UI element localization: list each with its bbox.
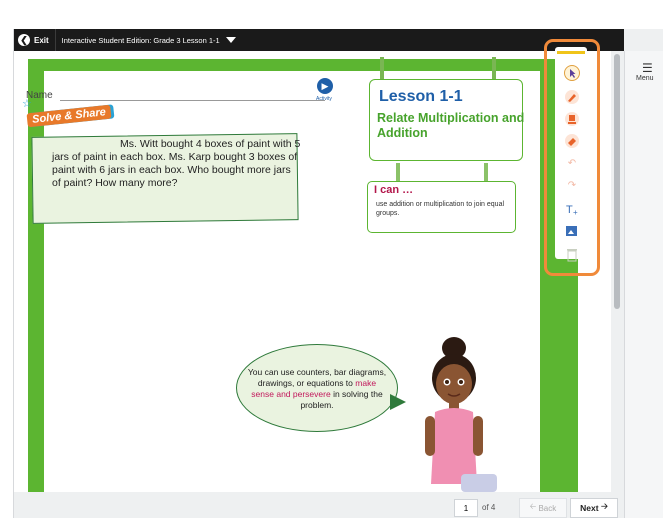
- image-tool-icon: [566, 226, 577, 236]
- eraser-icon: [565, 134, 579, 148]
- highlighter-tool-button[interactable]: [564, 111, 580, 127]
- arrow-left-icon: 🡠: [529, 502, 539, 511]
- page-number-input[interactable]: 1: [454, 499, 478, 517]
- sign-hanger-left: [380, 57, 384, 79]
- eraser-tool-button[interactable]: [564, 133, 580, 149]
- lesson-title: Lesson 1-1: [379, 88, 463, 105]
- activity-play-icon[interactable]: ▶: [317, 78, 333, 94]
- arrow-right-icon: 🡢: [598, 501, 608, 511]
- hamburger-menu-icon[interactable]: ☰: [642, 61, 653, 75]
- svg-text:+: +: [573, 208, 578, 217]
- text-tool-icon: T +: [566, 204, 578, 217]
- trash-icon: [567, 249, 577, 262]
- top-bar: ❮ Exit Interactive Student Edition: Grad…: [14, 29, 259, 51]
- text-tool-button[interactable]: T +: [564, 201, 580, 217]
- pen-tool-button[interactable]: [564, 89, 580, 105]
- edition-title-dropdown[interactable]: Interactive Student Edition: Grade 3 Les…: [54, 29, 242, 51]
- image-tool-button[interactable]: [564, 223, 580, 239]
- cursor-icon: [564, 65, 580, 81]
- page-margin: [14, 73, 28, 492]
- activity-label: Activity: [316, 96, 332, 102]
- student-character-illustration: [425, 337, 497, 492]
- back-label: Back: [538, 503, 557, 513]
- edition-title: Interactive Student Edition: Grade 3 Les…: [61, 35, 220, 45]
- next-label: Next: [580, 503, 599, 513]
- redo-button[interactable]: ↷: [564, 177, 580, 193]
- lesson-subtitle: Relate Multiplication and Addition: [377, 111, 525, 140]
- pen-icon: [565, 90, 579, 104]
- next-button[interactable]: Next 🡢: [570, 498, 618, 518]
- i-can-title: I can …: [374, 184, 414, 196]
- i-can-text: use addition or multiplication to join e…: [376, 201, 505, 217]
- page-count: of 4: [482, 503, 496, 512]
- problem-text: Ms. Witt bought 4 boxes of paint with 5 …: [52, 138, 301, 189]
- ebook-viewer: ❮ Exit Interactive Student Edition: Grad…: [13, 29, 663, 518]
- page-view[interactable]: Name ▶ Activity ☆ Solve & Share Ms. Witt…: [14, 51, 611, 492]
- back-arrow-icon: ❮: [18, 34, 30, 46]
- redo-icon: ↷: [567, 179, 577, 191]
- speech-bubble-text: You can use counters, bar diagrams, draw…: [246, 367, 388, 411]
- scrollbar-thumb[interactable]: [614, 54, 620, 309]
- undo-button[interactable]: ↶: [564, 155, 580, 171]
- undo-icon: ↶: [567, 157, 577, 169]
- toolbar-accent: [557, 51, 585, 54]
- star-icon: ☆: [22, 98, 32, 110]
- speech-bubble-tail: [390, 394, 406, 410]
- menu-panel: [624, 51, 663, 518]
- highlighter-icon: [565, 112, 579, 126]
- select-tool-button[interactable]: [564, 65, 580, 81]
- delete-button[interactable]: [564, 247, 580, 263]
- exit-button[interactable]: ❮ Exit: [14, 29, 55, 51]
- menu-label[interactable]: Menu: [636, 75, 654, 82]
- svg-text:T: T: [566, 204, 573, 216]
- name-line: [60, 100, 325, 101]
- back-button[interactable]: 🡠 Back: [519, 498, 567, 518]
- sign-hanger-right: [492, 57, 496, 79]
- sign-connector-right: [484, 163, 488, 181]
- caret-down-icon: [225, 37, 236, 43]
- sign-connector-left: [396, 163, 400, 181]
- exit-label: Exit: [34, 35, 49, 45]
